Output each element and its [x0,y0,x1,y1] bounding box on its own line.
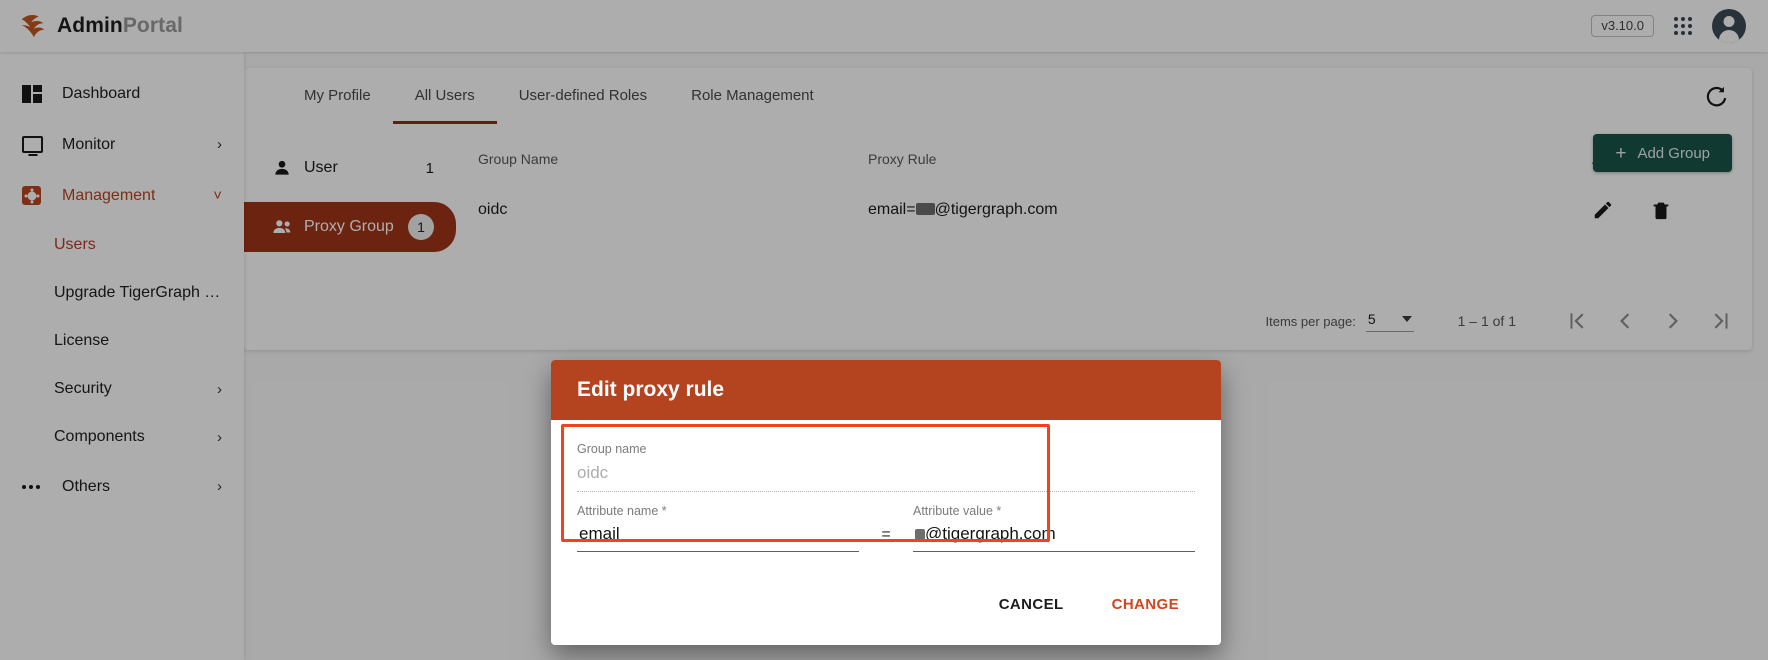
group-name-label: Group name [577,442,1195,456]
change-button[interactable]: CHANGE [1096,586,1195,623]
attribute-value-label: Attribute value * [913,504,1195,518]
group-name-field[interactable]: Group name oidc [577,438,1195,492]
dialog-title: Edit proxy rule [551,360,1221,420]
attribute-value-field[interactable]: Attribute value * @tigergraph.com [913,504,1195,552]
group-name-value: oidc [577,456,1195,483]
attribute-value-input[interactable]: @tigergraph.com [913,518,1195,552]
attribute-value-suffix: @tigergraph.com [925,524,1056,543]
equals-sign: = [859,526,913,552]
edit-proxy-rule-dialog: Edit proxy rule Group name oidc Attribut… [551,360,1221,645]
dialog-actions: CANCEL CHANGE [551,552,1221,645]
attribute-name-label: Attribute name * [577,504,859,518]
cancel-button[interactable]: CANCEL [983,586,1080,623]
redacted-text [915,529,925,540]
dialog-body: Group name oidc Attribute name * email =… [551,420,1221,552]
attribute-name-field[interactable]: Attribute name * email [577,504,859,552]
attribute-row: Attribute name * email = Attribute value… [577,504,1195,552]
attribute-name-input[interactable]: email [577,518,859,552]
